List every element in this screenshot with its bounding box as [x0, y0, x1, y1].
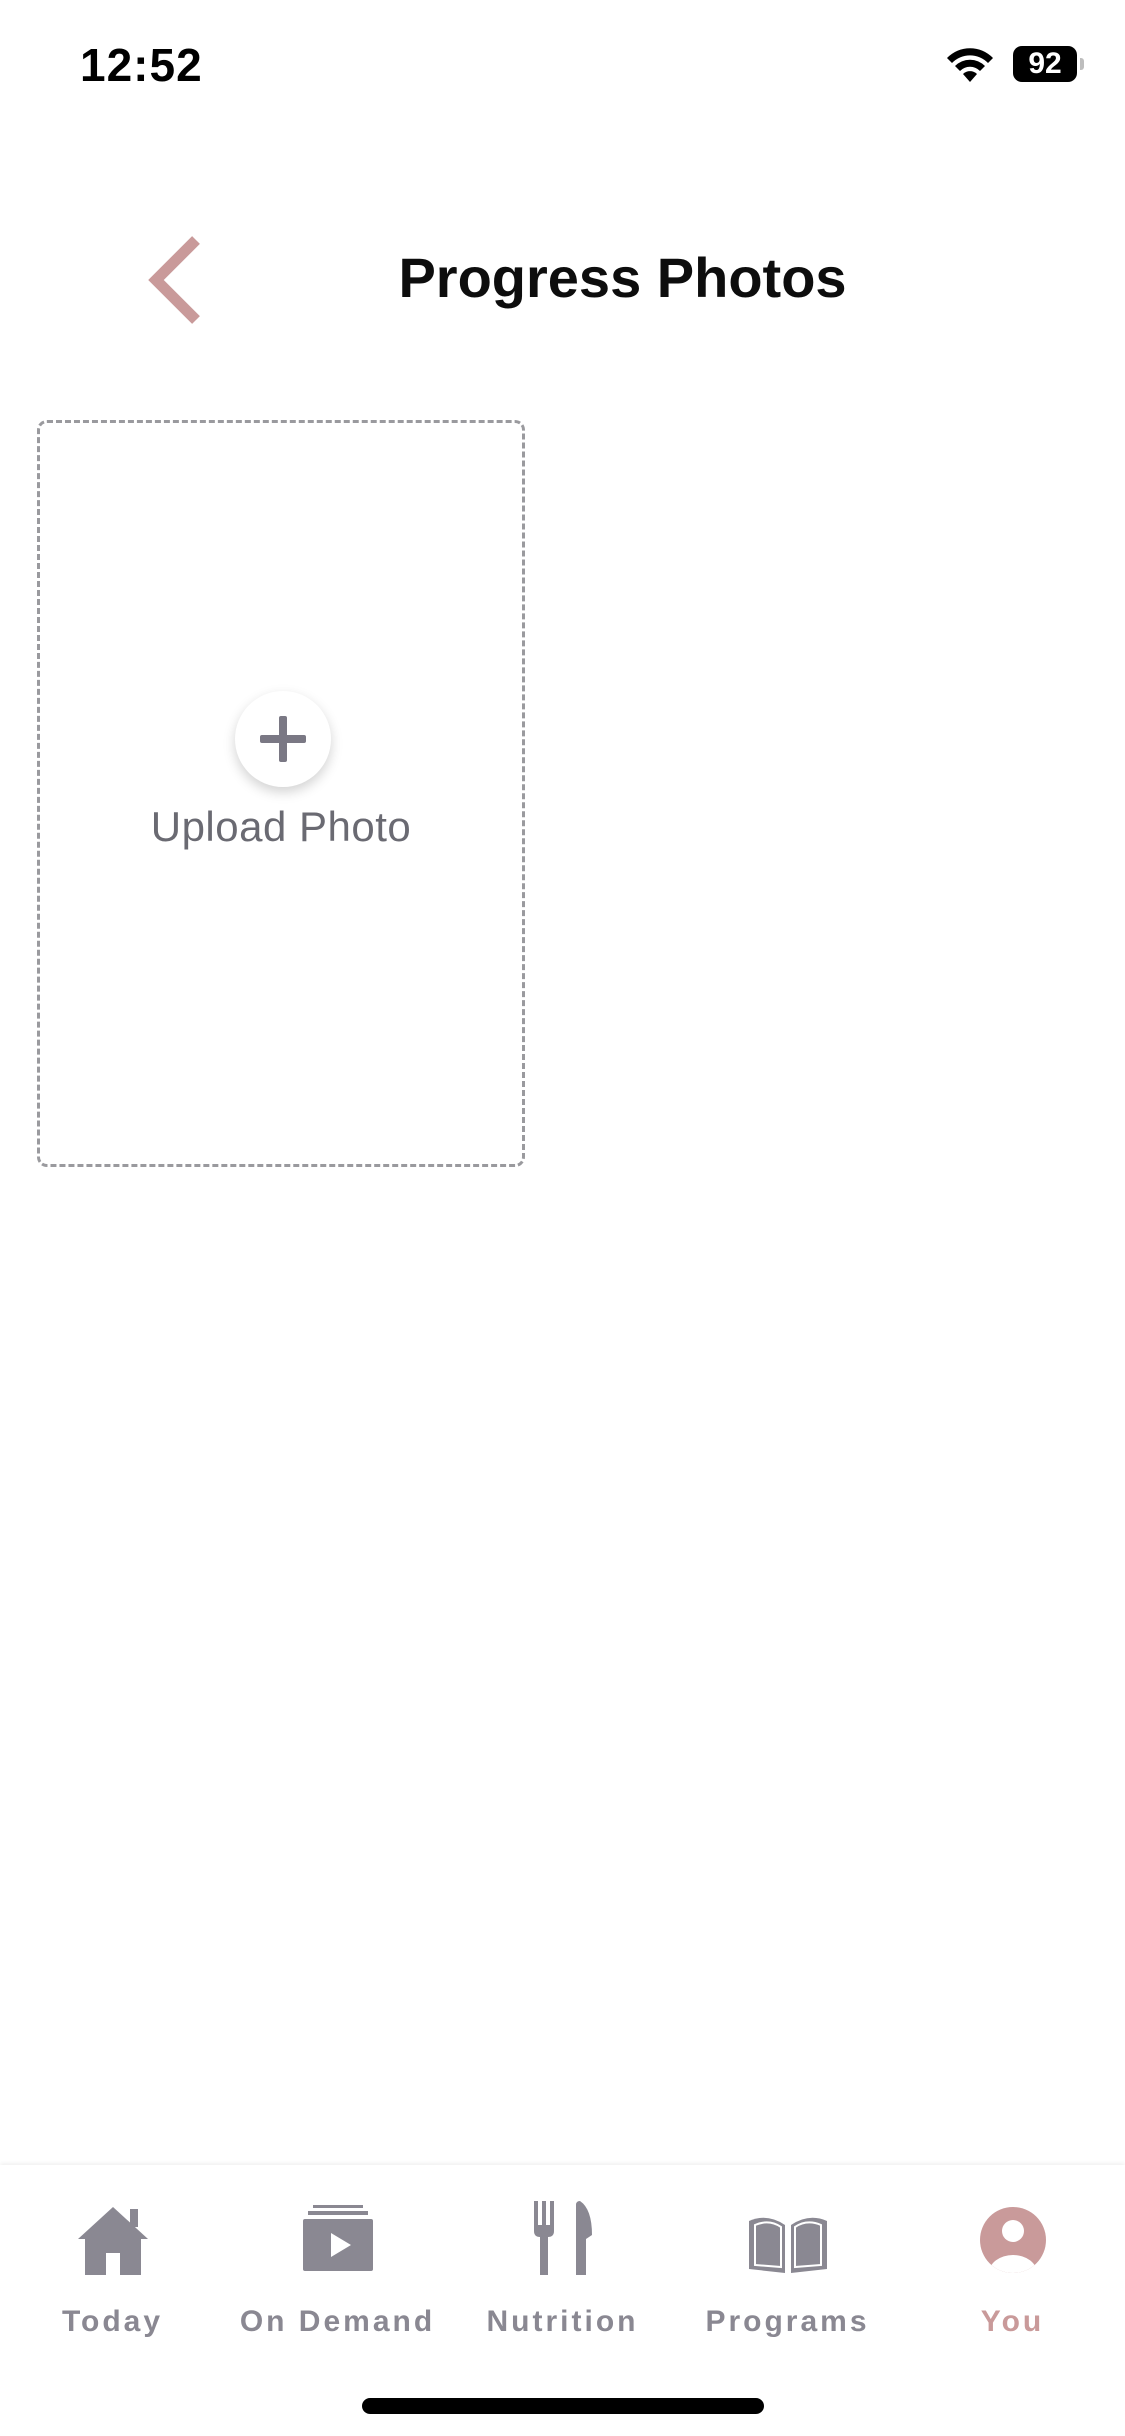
tab-label: Today — [61, 2305, 164, 2338]
plus-icon — [256, 712, 310, 766]
tab-on-demand[interactable]: On Demand — [225, 2185, 450, 2365]
page-title: Progress Photos — [398, 246, 847, 309]
tab-nutrition[interactable]: Nutrition — [450, 2185, 675, 2365]
status-icons: 92 — [945, 44, 1084, 84]
fork-knife-icon — [518, 2195, 608, 2285]
upload-photo-card[interactable]: Upload Photo — [37, 420, 525, 1167]
tab-programs[interactable]: Programs — [675, 2185, 900, 2365]
tab-bar: Today On Demand Nutrition Programs You — [0, 2165, 1125, 2436]
video-library-icon — [293, 2195, 383, 2285]
upload-photo-label: Upload Photo — [150, 803, 412, 850]
profile-icon — [968, 2195, 1058, 2285]
tab-label: Programs — [705, 2305, 870, 2338]
battery-icon: 92 — [1013, 46, 1084, 82]
tab-label: Nutrition — [486, 2305, 639, 2338]
battery-nub — [1080, 58, 1084, 70]
book-icon — [743, 2195, 833, 2285]
upload-add-button[interactable] — [235, 691, 331, 787]
tab-label: You — [980, 2305, 1045, 2338]
tab-you[interactable]: You — [900, 2185, 1125, 2365]
tab-today[interactable]: Today — [0, 2185, 225, 2365]
status-time: 12:52 — [80, 39, 203, 91]
home-indicator[interactable] — [362, 2398, 764, 2414]
battery-level: 92 — [1028, 47, 1062, 80]
wifi-icon — [945, 44, 995, 84]
home-icon — [68, 2195, 158, 2285]
tab-label: On Demand — [239, 2305, 436, 2338]
